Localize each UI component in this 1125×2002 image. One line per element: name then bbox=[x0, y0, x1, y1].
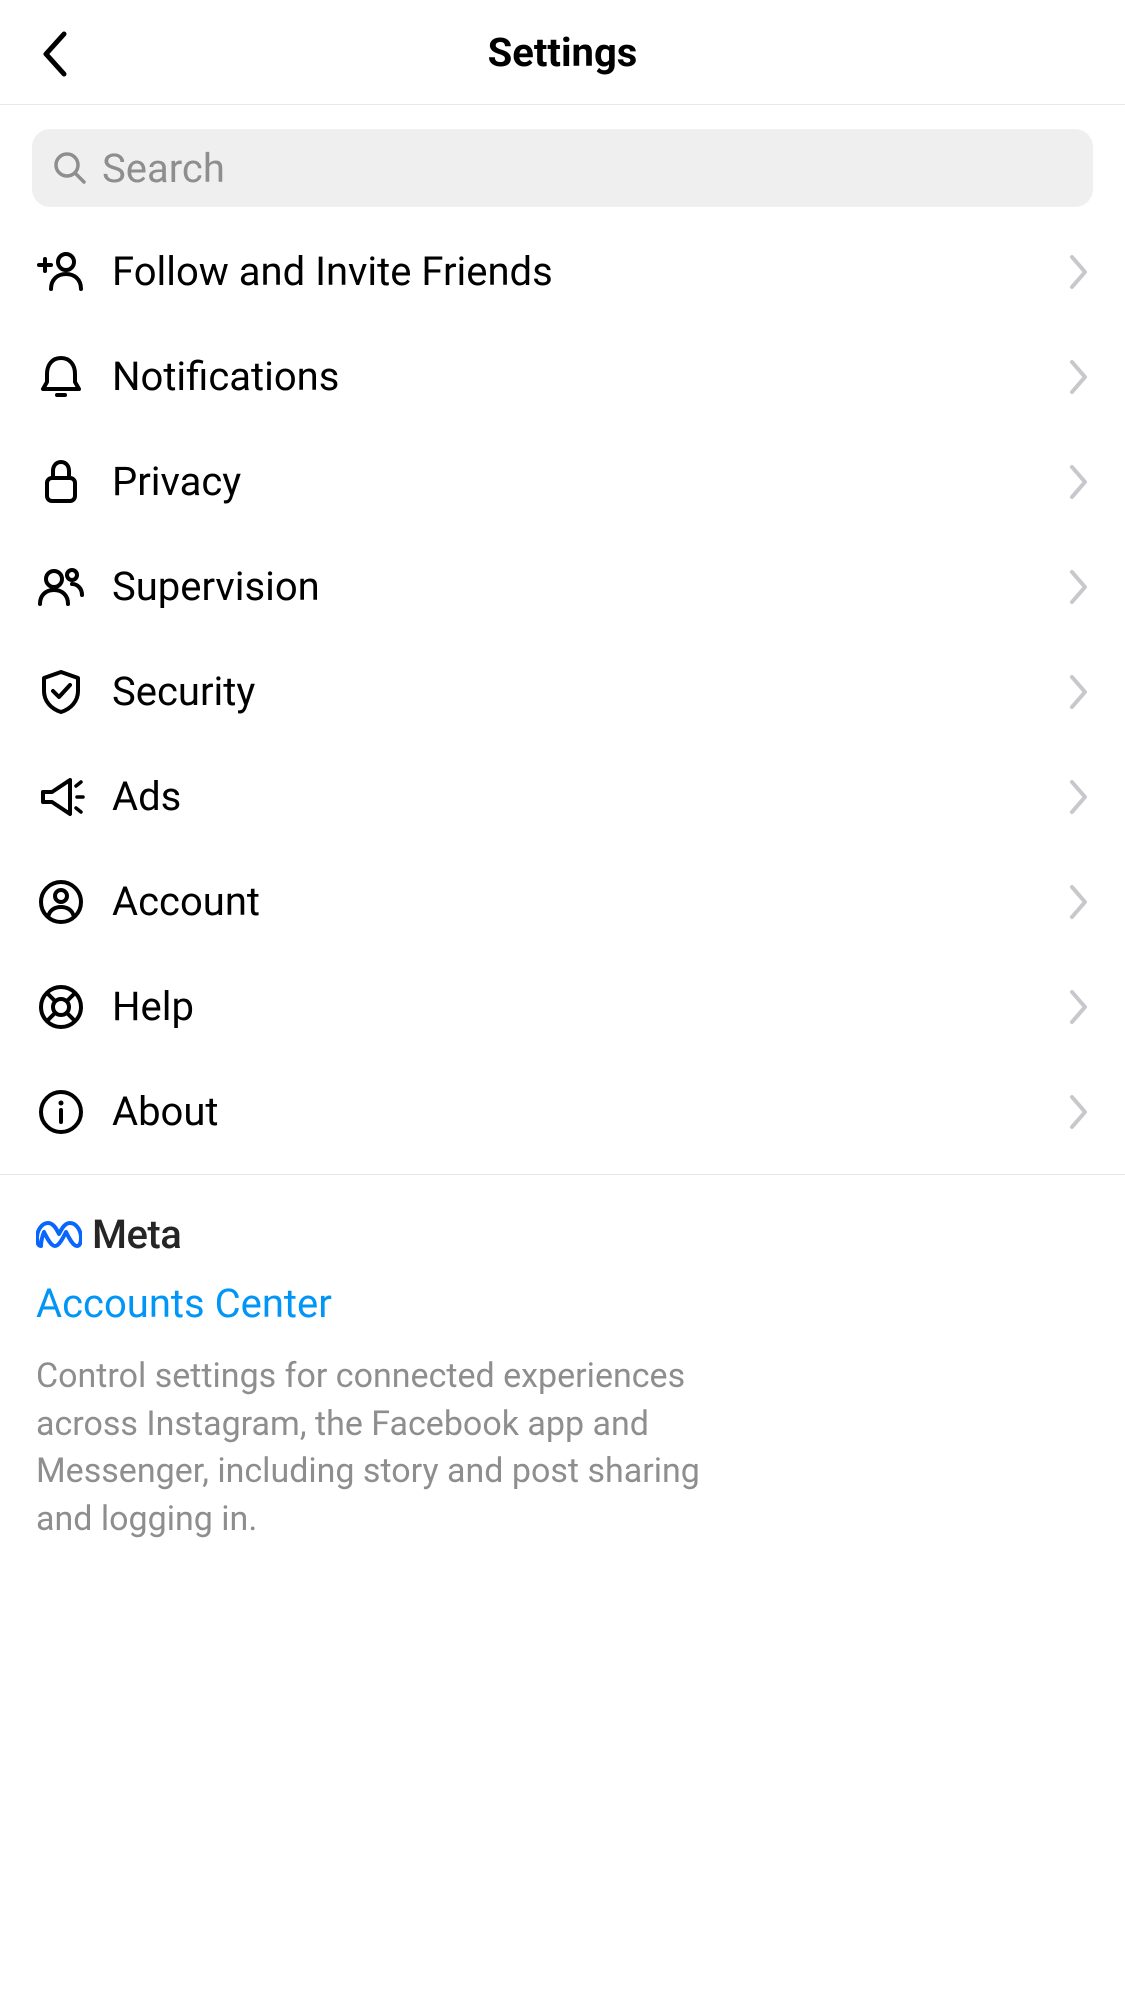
settings-list: Follow and Invite Friends Notifications … bbox=[0, 219, 1125, 1164]
meta-brand: Meta bbox=[36, 1211, 1089, 1258]
accounts-center-description: Control settings for connected experienc… bbox=[36, 1353, 736, 1543]
row-label: Notifications bbox=[112, 353, 1069, 400]
info-icon bbox=[36, 1087, 112, 1137]
chevron-right-icon bbox=[1069, 359, 1089, 395]
chevron-right-icon bbox=[1069, 1094, 1089, 1130]
row-label: Security bbox=[112, 668, 1069, 715]
row-label: About bbox=[112, 1088, 1069, 1135]
row-account[interactable]: Account bbox=[36, 849, 1089, 954]
search-input[interactable] bbox=[102, 145, 1073, 192]
search-field[interactable] bbox=[32, 129, 1093, 207]
row-ads[interactable]: Ads bbox=[36, 744, 1089, 849]
header: Settings bbox=[0, 0, 1125, 105]
row-label: Ads bbox=[112, 773, 1069, 820]
megaphone-icon bbox=[36, 772, 112, 822]
page-title: Settings bbox=[488, 29, 638, 76]
footer: Meta Accounts Center Control settings fo… bbox=[0, 1175, 1125, 1583]
row-follow-invite[interactable]: Follow and Invite Friends bbox=[36, 219, 1089, 324]
chevron-right-icon bbox=[1069, 674, 1089, 710]
add-user-icon bbox=[36, 247, 112, 297]
chevron-right-icon bbox=[1069, 464, 1089, 500]
row-privacy[interactable]: Privacy bbox=[36, 429, 1089, 534]
meta-logo-icon bbox=[36, 1220, 82, 1250]
chevron-right-icon bbox=[1069, 569, 1089, 605]
chevron-right-icon bbox=[1069, 989, 1089, 1025]
row-label: Follow and Invite Friends bbox=[112, 248, 1069, 295]
row-supervision[interactable]: Supervision bbox=[36, 534, 1089, 639]
row-label: Privacy bbox=[112, 458, 1069, 505]
row-help[interactable]: Help bbox=[36, 954, 1089, 1059]
row-about[interactable]: About bbox=[36, 1059, 1089, 1164]
chevron-right-icon bbox=[1069, 884, 1089, 920]
search-icon bbox=[52, 150, 88, 186]
bell-icon bbox=[36, 352, 112, 402]
meta-brand-text: Meta bbox=[92, 1211, 181, 1258]
chevron-right-icon bbox=[1069, 779, 1089, 815]
row-label: Help bbox=[112, 983, 1069, 1030]
search-container bbox=[0, 105, 1125, 219]
chevron-right-icon bbox=[1069, 254, 1089, 290]
accounts-center-link[interactable]: Accounts Center bbox=[36, 1280, 1089, 1327]
people-icon bbox=[36, 562, 112, 612]
user-circle-icon bbox=[36, 877, 112, 927]
lifebuoy-icon bbox=[36, 982, 112, 1032]
row-notifications[interactable]: Notifications bbox=[36, 324, 1089, 429]
back-button[interactable] bbox=[24, 24, 84, 84]
row-label: Supervision bbox=[112, 563, 1069, 610]
chevron-left-icon bbox=[40, 30, 68, 78]
row-security[interactable]: Security bbox=[36, 639, 1089, 744]
row-label: Account bbox=[112, 878, 1069, 925]
lock-icon bbox=[36, 457, 112, 507]
shield-check-icon bbox=[36, 667, 112, 717]
